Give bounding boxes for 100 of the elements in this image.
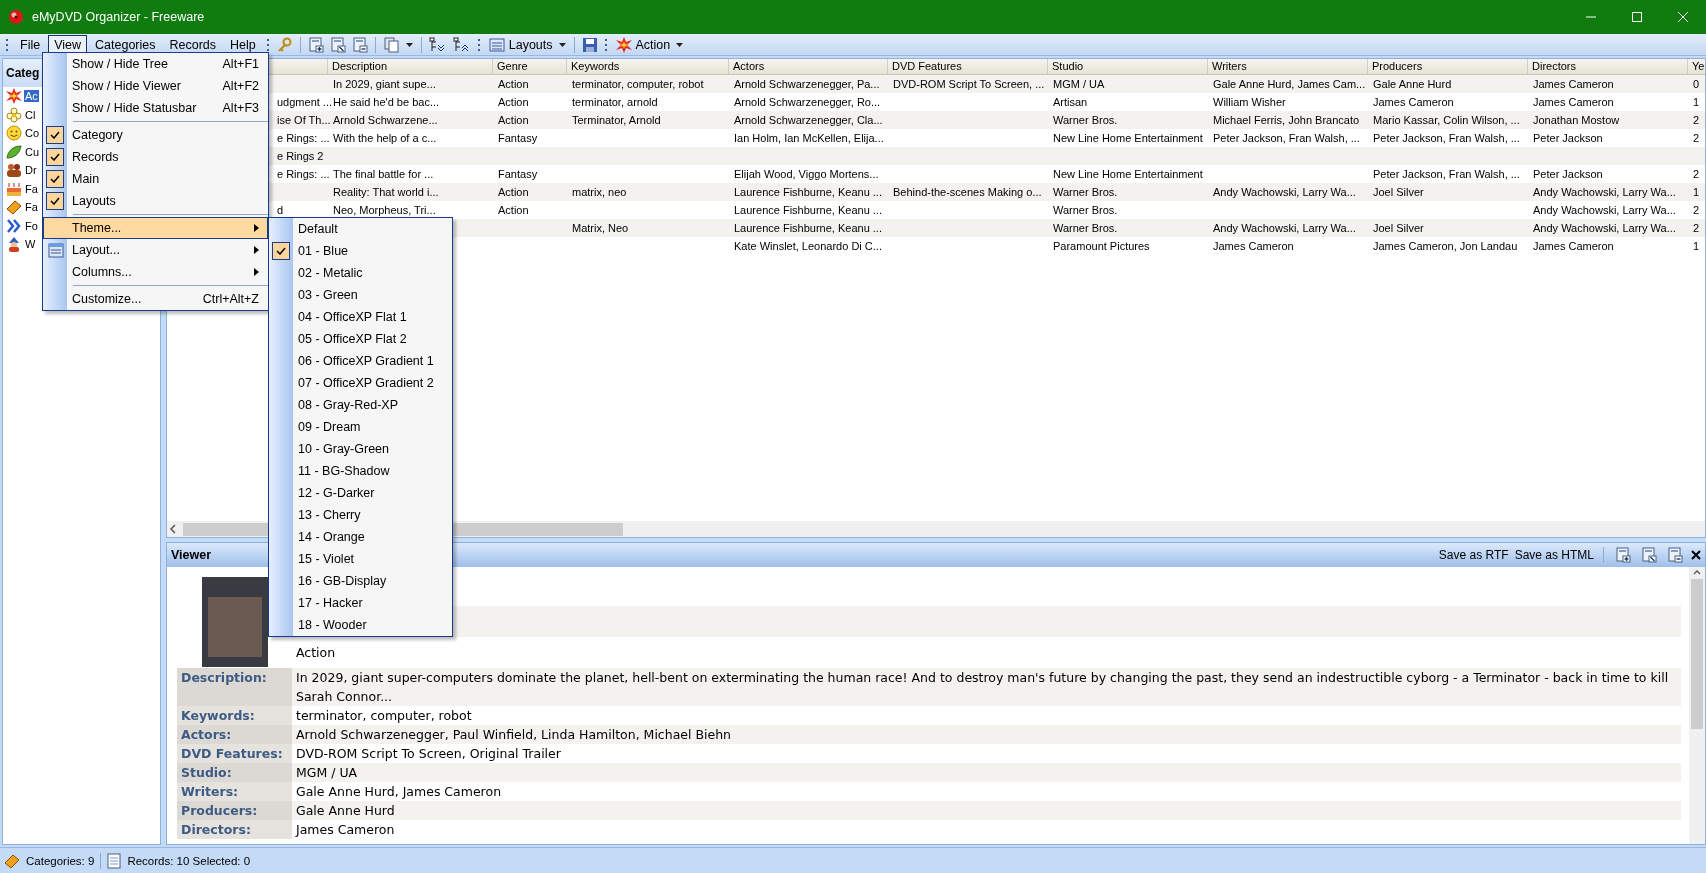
menu-item[interactable]: Category: [43, 124, 268, 146]
menu-item[interactable]: Records: [43, 146, 268, 168]
tree-expand-icon[interactable]: [428, 36, 447, 53]
window-title: eMyDVD Organizer - Freeware: [32, 10, 205, 24]
menu-item[interactable]: 10 - Gray-Green: [269, 438, 452, 460]
menu-item[interactable]: View: [48, 34, 88, 55]
menu-item[interactable]: File: [14, 34, 47, 55]
table-cell-text: Laurence Fishburne, Keanu ...: [733, 221, 883, 236]
page-remove-icon[interactable]: [351, 36, 368, 53]
menu-item[interactable]: 04 - OfficeXP Flat 1: [269, 306, 452, 328]
menu-item[interactable]: 11 - BG-Shadow: [269, 460, 452, 482]
table-cell-text: Fantasy: [497, 131, 539, 146]
menu-item[interactable]: Layout...: [43, 239, 268, 261]
tree-collapse-icon[interactable]: [452, 36, 471, 53]
menu-item[interactable]: Show / Hide Viewer Alt+F2: [43, 75, 268, 97]
menu-item[interactable]: 03 - Green: [269, 284, 452, 306]
table-cell: e Rings 2: [277, 150, 324, 162]
menu-item[interactable]: 16 - GB-Display: [269, 570, 452, 592]
table-cell-text: Joel Silver: [1372, 185, 1425, 200]
action-button[interactable]: Action: [612, 35, 687, 54]
menu-item[interactable]: 02 - Metalic: [269, 262, 452, 284]
save-link[interactable]: Save as RTF: [1438, 548, 1509, 562]
key-icon[interactable]: [276, 36, 293, 53]
save-link[interactable]: Save as HTML: [1514, 548, 1594, 562]
pages-icon: [383, 36, 400, 53]
layouts-button[interactable]: Layouts: [485, 35, 569, 54]
field-value: Gale Anne Hurd, James Cameron: [295, 783, 503, 801]
page-edit-icon[interactable]: [1641, 547, 1657, 563]
menu-item[interactable]: 13 - Cherry: [269, 504, 452, 526]
page-add-icon[interactable]: [307, 36, 324, 53]
menu-item[interactable]: Show / Hide Statusbar Alt+F3: [43, 97, 268, 119]
grip-icon: [477, 37, 481, 52]
menu-item[interactable]: Customize... Ctrl+Alt+Z: [43, 288, 268, 310]
menu-item[interactable]: 01 - Blue: [269, 240, 452, 262]
figures-icon: [6, 162, 22, 179]
menu-item[interactable]: Theme...: [43, 217, 268, 239]
save-icon[interactable]: [581, 36, 598, 53]
field-label: Description:: [177, 668, 292, 706]
table-cell-text: terminator, arnold: [571, 95, 659, 110]
page-remove-icon[interactable]: [1667, 547, 1683, 563]
menu-item[interactable]: 17 - Hacker: [269, 592, 452, 614]
menu-item[interactable]: Show / Hide Tree Alt+F1: [43, 53, 268, 75]
menu-item[interactable]: 15 - Violet: [269, 548, 452, 570]
cake-icon: [6, 180, 22, 197]
scroll-left-icon[interactable]: [167, 523, 179, 535]
submenu-arrow-icon: [254, 268, 259, 276]
table-cell-text: Arnold Schwarzenegger, Pa...: [733, 77, 881, 92]
table-cell-text: Andy Wachowski, Larry Wa...: [1532, 185, 1677, 200]
field-label: Producers:: [177, 801, 292, 820]
column-header[interactable]: Actors: [729, 59, 888, 74]
tree-item[interactable]: Ac: [24, 90, 39, 103]
field-label: Studio:: [177, 763, 292, 782]
menu-item[interactable]: 08 - Gray-Red-XP: [269, 394, 452, 416]
table-cell-text: 2: [1692, 167, 1701, 182]
tree-item[interactable]: Dr: [24, 164, 38, 177]
tree-item[interactable]: Fa: [24, 201, 39, 214]
menu-item[interactable]: 06 - OfficeXP Gradient 1: [269, 350, 452, 372]
column-header[interactable]: Ye: [1688, 59, 1705, 74]
vertical-scrollbar[interactable]: [1689, 567, 1705, 844]
menu-item[interactable]: Columns...: [43, 261, 268, 283]
page-edit-icon[interactable]: [329, 36, 346, 53]
table-cell-text: terminator, computer, robot: [571, 77, 705, 92]
column-header[interactable]: DVD Features: [888, 59, 1048, 74]
menu-item[interactable]: 07 - OfficeXP Gradient 2: [269, 372, 452, 394]
table-cell-text: Kate Winslet, Leonardo Di C...: [733, 239, 883, 254]
menu-item[interactable]: 09 - Dream: [269, 416, 452, 438]
table-cell-text: Behind-the-scenes Making o...: [892, 185, 1043, 200]
column-header[interactable]: Keywords: [567, 59, 729, 74]
tree-item[interactable]: Co: [24, 127, 41, 140]
menu-item[interactable]: Categories: [89, 34, 162, 55]
viewer-title: Viewer: [171, 548, 212, 562]
column-header[interactable]: Studio: [1048, 59, 1208, 74]
column-header[interactable]: Description: [328, 59, 493, 74]
tree-item[interactable]: Fa: [24, 182, 39, 195]
close-icon[interactable]: [1691, 550, 1701, 560]
tree-item[interactable]: Fo: [24, 219, 39, 232]
menu-item[interactable]: Main: [43, 168, 268, 190]
table-cell-text: Terminator, Arnold: [571, 113, 662, 128]
page-add-icon[interactable]: [1615, 547, 1631, 563]
column-header[interactable]: Writers: [1208, 59, 1368, 74]
menu-item[interactable]: 12 - G-Darker: [269, 482, 452, 504]
tree-item[interactable]: Cu: [24, 145, 41, 158]
column-header[interactable]: Genre: [493, 59, 567, 74]
column-header[interactable]: Producers: [1368, 59, 1528, 74]
menu-item[interactable]: Help: [224, 34, 262, 55]
table-cell-text: William Wisher: [1212, 95, 1287, 110]
tree-item[interactable]: Cl: [24, 108, 37, 121]
column-header[interactable]: Directors: [1528, 59, 1688, 74]
table-cell-text: James Cameron: [1532, 77, 1615, 92]
tree-item[interactable]: W: [24, 238, 37, 251]
field-label: Actors:: [177, 725, 292, 744]
table-cell-text: Action: [497, 185, 530, 200]
menu-item[interactable]: Layouts: [43, 190, 268, 212]
menu-item[interactable]: Records: [163, 34, 223, 55]
menu-item[interactable]: 14 - Orange: [269, 526, 452, 548]
menu-item[interactable]: Default: [269, 218, 452, 240]
menu-item[interactable]: 18 - Wooder: [269, 614, 452, 636]
table-cell-text: The final battle for ...: [332, 167, 435, 182]
menu-item[interactable]: 05 - OfficeXP Flat 2: [269, 328, 452, 350]
table-cell-text: 1: [1692, 239, 1701, 254]
